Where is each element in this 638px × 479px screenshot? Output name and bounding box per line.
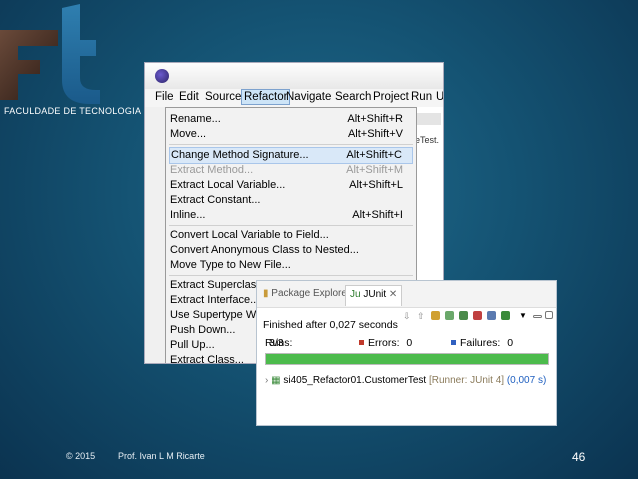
- rerun-icon[interactable]: [445, 311, 454, 320]
- errors-icon: [359, 340, 364, 345]
- footer-author: Prof. Ivan L M Ricarte: [118, 451, 205, 461]
- stop-icon[interactable]: [473, 311, 482, 320]
- menu-separator: [169, 144, 413, 145]
- rerun-failed-icon[interactable]: [459, 311, 468, 320]
- menu-item-move-type-new-file[interactable]: Move Type to New File...: [169, 258, 413, 273]
- menu-item-inline[interactable]: Inline... Alt+Shift+I: [169, 208, 413, 223]
- failures-counter: Failures: 0: [451, 337, 513, 349]
- menu-item-extract-constant[interactable]: Extract Constant...: [169, 193, 413, 208]
- logo-caption: FACULDADE DE TECNOLOGIA: [4, 106, 142, 116]
- menu-bar: File Edit Source Refactor Navigate Searc…: [145, 89, 443, 107]
- expand-arrow-icon[interactable]: ›: [265, 375, 268, 386]
- menu-item-convert-anonymous-class[interactable]: Convert Anonymous Class to Nested...: [169, 243, 413, 258]
- page-number: 46: [572, 450, 586, 464]
- tab-package-explorer[interactable]: ▮ Package Explorer: [263, 288, 350, 299]
- minimize-icon[interactable]: [533, 315, 542, 318]
- test-progress-bar: [265, 353, 549, 365]
- next-failure-icon[interactable]: ⇩: [403, 311, 412, 321]
- view-menu-icon[interactable]: ▼: [519, 311, 528, 320]
- menu-project[interactable]: Project: [373, 91, 409, 103]
- menu-refactor[interactable]: Refactor: [241, 89, 291, 105]
- runs-counter: Runs: 3/3: [265, 337, 293, 349]
- failures-icon: [451, 340, 456, 345]
- menu-item-rename[interactable]: Rename... Alt+Shift+R: [169, 112, 413, 127]
- menu-source[interactable]: Source: [205, 91, 241, 103]
- junit-icon: Ju: [350, 289, 361, 300]
- menu-item-move[interactable]: Move... Alt+Shift+V: [169, 127, 413, 142]
- menu-item-extract-local-variable[interactable]: Extract Local Variable... Alt+Shift+L: [169, 178, 413, 193]
- test-suite-icon: ▦: [271, 375, 281, 386]
- test-result-row[interactable]: › ▦ si405_Refactor01.CustomerTest [Runne…: [265, 375, 546, 386]
- menu-separator: [169, 225, 413, 226]
- package-explorer-icon: ▮: [263, 288, 269, 299]
- fatec-logo: [0, 4, 100, 104]
- history-icon[interactable]: [431, 311, 440, 320]
- progress-fill: [266, 354, 548, 364]
- view-tab-bar: ▮ Package Explorer Ju JUnit ✕: [257, 281, 556, 308]
- menu-navigate[interactable]: Navigate: [286, 91, 331, 103]
- close-icon[interactable]: ✕: [389, 289, 397, 300]
- menu-item-convert-local-variable[interactable]: Convert Local Variable to Field...: [169, 228, 413, 243]
- junit-panel: ▮ Package Explorer Ju JUnit ✕ ⇩ ⇧ ▼ Fini…: [256, 280, 557, 426]
- menu-run[interactable]: Run: [411, 91, 432, 103]
- history-dropdown-icon[interactable]: [501, 311, 510, 320]
- tab-junit[interactable]: Ju JUnit ✕: [345, 285, 403, 306]
- menu-truncated[interactable]: U: [436, 91, 443, 103]
- run-summary: Finished after 0,027 seconds: [263, 319, 398, 331]
- menu-item-extract-method: Extract Method... Alt+Shift+M: [170, 164, 403, 176]
- editor-toolbar: [415, 113, 441, 125]
- previous-failure-icon[interactable]: ⇧: [417, 311, 426, 321]
- errors-counter: Errors: 0: [359, 337, 412, 349]
- menu-separator: [169, 275, 413, 276]
- footer-copyright: © 2015: [66, 451, 96, 461]
- maximize-icon[interactable]: [545, 311, 553, 319]
- menu-search[interactable]: Search: [335, 91, 371, 103]
- menu-edit[interactable]: Edit: [179, 91, 199, 103]
- editor-tab[interactable]: eTest.: [415, 135, 439, 145]
- menu-item-change-method-signature[interactable]: Change Method Signature... Alt+Shift+C: [169, 147, 413, 164]
- eclipse-icon: [155, 69, 169, 83]
- title-bar: [145, 63, 443, 89]
- menu-file[interactable]: File: [155, 91, 174, 103]
- layout-icon[interactable]: [487, 311, 496, 320]
